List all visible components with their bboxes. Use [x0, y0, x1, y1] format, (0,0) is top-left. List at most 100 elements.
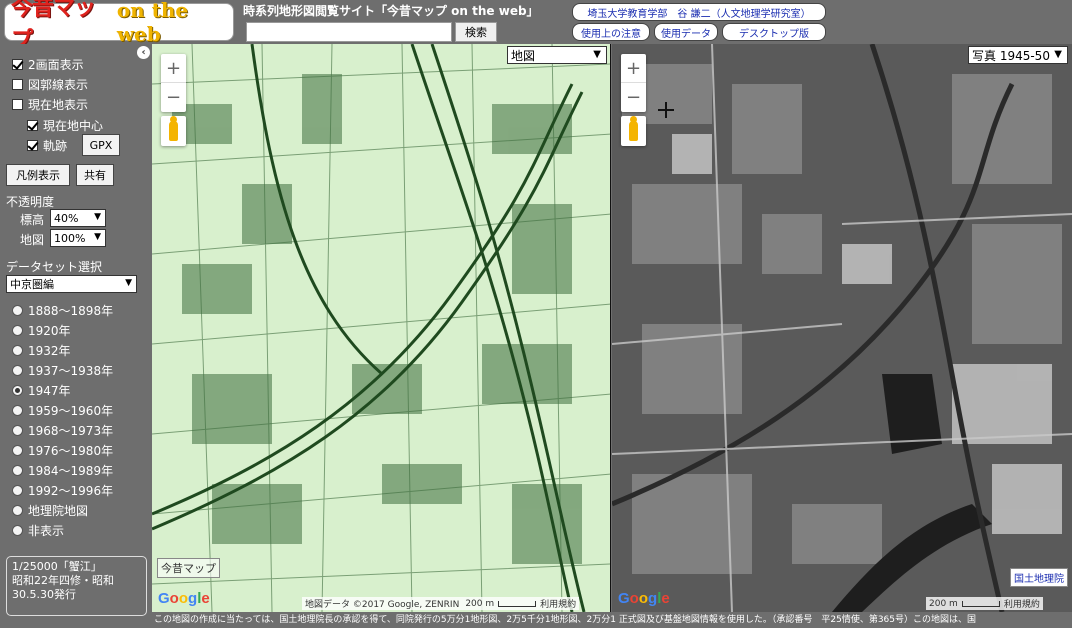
zoom-in-button[interactable]: + — [621, 54, 646, 83]
map-source-label: 今昔マップ — [157, 558, 220, 578]
google-logo: Google — [158, 590, 210, 607]
dataset-value: 中京圏編 — [10, 278, 54, 291]
period-option[interactable]: 地理院地図 — [12, 502, 88, 519]
zoom-control-left: + − — [161, 54, 186, 112]
scale-label: 200 m — [929, 598, 958, 609]
period-option[interactable]: 非表示 — [12, 522, 64, 539]
period-label: 1888～1898年 — [28, 304, 114, 318]
street-view-pegman-icon[interactable] — [621, 116, 646, 146]
scale-bar — [498, 600, 537, 607]
street-view-pegman-icon[interactable] — [161, 116, 186, 146]
period-label: 地理院地図 — [28, 504, 89, 518]
period-option[interactable]: 1984～1989年 — [12, 462, 113, 479]
collapse-sidebar-button[interactable]: ‹ — [137, 46, 150, 59]
period-label: 1947年 — [28, 384, 71, 398]
logo-sub-text: on the web — [116, 0, 189, 46]
period-radio[interactable] — [12, 485, 23, 496]
center-on-location-label: 現在地中心 — [43, 119, 104, 133]
attribution-text: 地図データ ©2017 Google, ZENRIN — [305, 600, 460, 610]
logo[interactable]: 今昔マップ on the web — [4, 0, 234, 53]
search-button[interactable]: 検索 — [455, 22, 497, 42]
period-option[interactable]: 1947年 — [12, 382, 71, 399]
crosshair-icon — [658, 102, 674, 118]
period-option[interactable]: 1959～1960年 — [12, 402, 113, 419]
period-radio[interactable] — [12, 505, 23, 516]
map-sheet-info: 1/25000「蟹江」 昭和22年四修・昭和30.5.30発行 — [6, 556, 147, 616]
period-option[interactable]: 1888～1898年 — [12, 302, 113, 319]
usage-notes-link[interactable]: 使用上の注意 — [572, 23, 650, 41]
terms-link[interactable]: 利用規約 — [540, 597, 576, 610]
period-option[interactable]: 1992～1996年 — [12, 482, 113, 499]
elevation-opacity-select[interactable]: 40% ▼ — [50, 209, 106, 227]
map-sheet-info-text: 1/25000「蟹江」 昭和22年四修・昭和30.5.30発行 — [12, 560, 114, 601]
affiliation-link[interactable]: 埼玉大学教育学部 谷 謙二（人文地理学研究室） — [572, 3, 826, 21]
period-radio[interactable] — [12, 465, 23, 476]
period-radio[interactable] — [12, 525, 23, 536]
left-layer-select[interactable]: 地図 ▼ — [507, 46, 607, 64]
track-checkbox[interactable] — [27, 140, 38, 151]
zoom-out-button[interactable]: − — [161, 83, 186, 112]
dual-view-label: 2画面表示 — [28, 58, 84, 72]
period-option[interactable]: 1937～1938年 — [12, 362, 113, 379]
zoom-out-button[interactable]: − — [621, 83, 646, 112]
period-radio[interactable] — [12, 385, 23, 396]
map-opacity-value: 100% — [54, 231, 86, 245]
share-button[interactable]: 共有 — [76, 164, 114, 186]
sidebar: ‹ 2画面表示 図郭線表示 現在地表示 現在地中心 軌跡 GPX 凡例表示 共有… — [0, 44, 152, 616]
old-map-pane[interactable]: + − 地図 ▼ 今昔マップ Google 地図データ ©2017 Google… — [152, 44, 611, 612]
map-opacity-select[interactable]: 100% ▼ — [50, 229, 106, 247]
track-option[interactable]: 軌跡 — [27, 137, 67, 154]
right-layer-select[interactable]: 写真 1945-50 ▼ — [968, 46, 1068, 64]
period-radio[interactable] — [12, 305, 23, 316]
period-option[interactable]: 1932年 — [12, 342, 71, 359]
site-title: 時系列地形図閲覧サイト「今昔マップ on the web」 — [243, 4, 539, 18]
aerial-photo-image — [612, 44, 1072, 612]
period-radio[interactable] — [12, 425, 23, 436]
graticule-option[interactable]: 図郭線表示 — [12, 76, 88, 93]
zoom-in-button[interactable]: + — [161, 54, 186, 83]
copyright-footer: この地図の作成に当たっては、国土地理院長の承認を得て、同院発行の5万分1地形図、… — [152, 612, 1072, 628]
center-on-location-checkbox[interactable] — [27, 120, 38, 131]
current-location-checkbox[interactable] — [12, 99, 23, 110]
period-radio[interactable] — [12, 345, 23, 356]
chevron-down-icon: ▼ — [1054, 49, 1062, 60]
map-opacity-label: 地図 — [20, 233, 45, 247]
dataset-heading: データセット選択 — [6, 260, 103, 274]
dual-view-option[interactable]: 2画面表示 — [12, 56, 84, 73]
period-label: 1984～1989年 — [28, 464, 114, 478]
zoom-control-right: + − — [621, 54, 646, 112]
terms-link[interactable]: 利用規約 — [1004, 597, 1040, 610]
elevation-opacity-label: 標高 — [20, 213, 45, 227]
dual-view-checkbox[interactable] — [12, 59, 23, 70]
gsi-credit-label[interactable]: 国土地理院 — [1010, 568, 1068, 587]
period-radio[interactable] — [12, 405, 23, 416]
period-label: 1937～1938年 — [28, 364, 114, 378]
period-option[interactable]: 1920年 — [12, 322, 71, 339]
chevron-down-icon: ▼ — [593, 49, 601, 60]
elevation-opacity-value: 40% — [54, 211, 79, 225]
dataset-select[interactable]: 中京圏編 ▼ — [6, 275, 137, 293]
current-location-option[interactable]: 現在地表示 — [12, 96, 88, 113]
data-sources-link[interactable]: 使用データ — [654, 23, 718, 41]
aerial-photo-pane[interactable]: + − 写真 1945-50 ▼ 国土地理院 Google 200 m 利用規約 — [612, 44, 1072, 612]
period-label: 1992～1996年 — [28, 484, 114, 498]
right-layer-value: 写真 1945-50 — [972, 48, 1050, 63]
period-radio[interactable] — [12, 445, 23, 456]
period-label: 1976～1980年 — [28, 444, 114, 458]
chevron-down-icon: ▼ — [94, 232, 101, 242]
period-option[interactable]: 1968～1973年 — [12, 422, 113, 439]
chevron-down-icon: ▼ — [94, 212, 101, 222]
period-label: 1968～1973年 — [28, 424, 114, 438]
graticule-checkbox[interactable] — [12, 79, 23, 90]
desktop-version-link[interactable]: デスクトップ版 — [722, 23, 826, 41]
legend-button[interactable]: 凡例表示 — [6, 164, 70, 186]
track-label: 軌跡 — [43, 139, 68, 153]
period-option[interactable]: 1976～1980年 — [12, 442, 113, 459]
gpx-button[interactable]: GPX — [82, 134, 120, 156]
center-on-location-option[interactable]: 現在地中心 — [27, 117, 103, 134]
map-attribution: 地図データ ©2017 Google, ZENRIN 200 m 利用規約 — [302, 597, 580, 610]
app-window: 今昔マップ on the web 時系列地形図閲覧サイト「今昔マップ on th… — [0, 0, 1072, 628]
period-radio[interactable] — [12, 365, 23, 376]
search-input[interactable] — [246, 22, 452, 42]
period-radio[interactable] — [12, 325, 23, 336]
